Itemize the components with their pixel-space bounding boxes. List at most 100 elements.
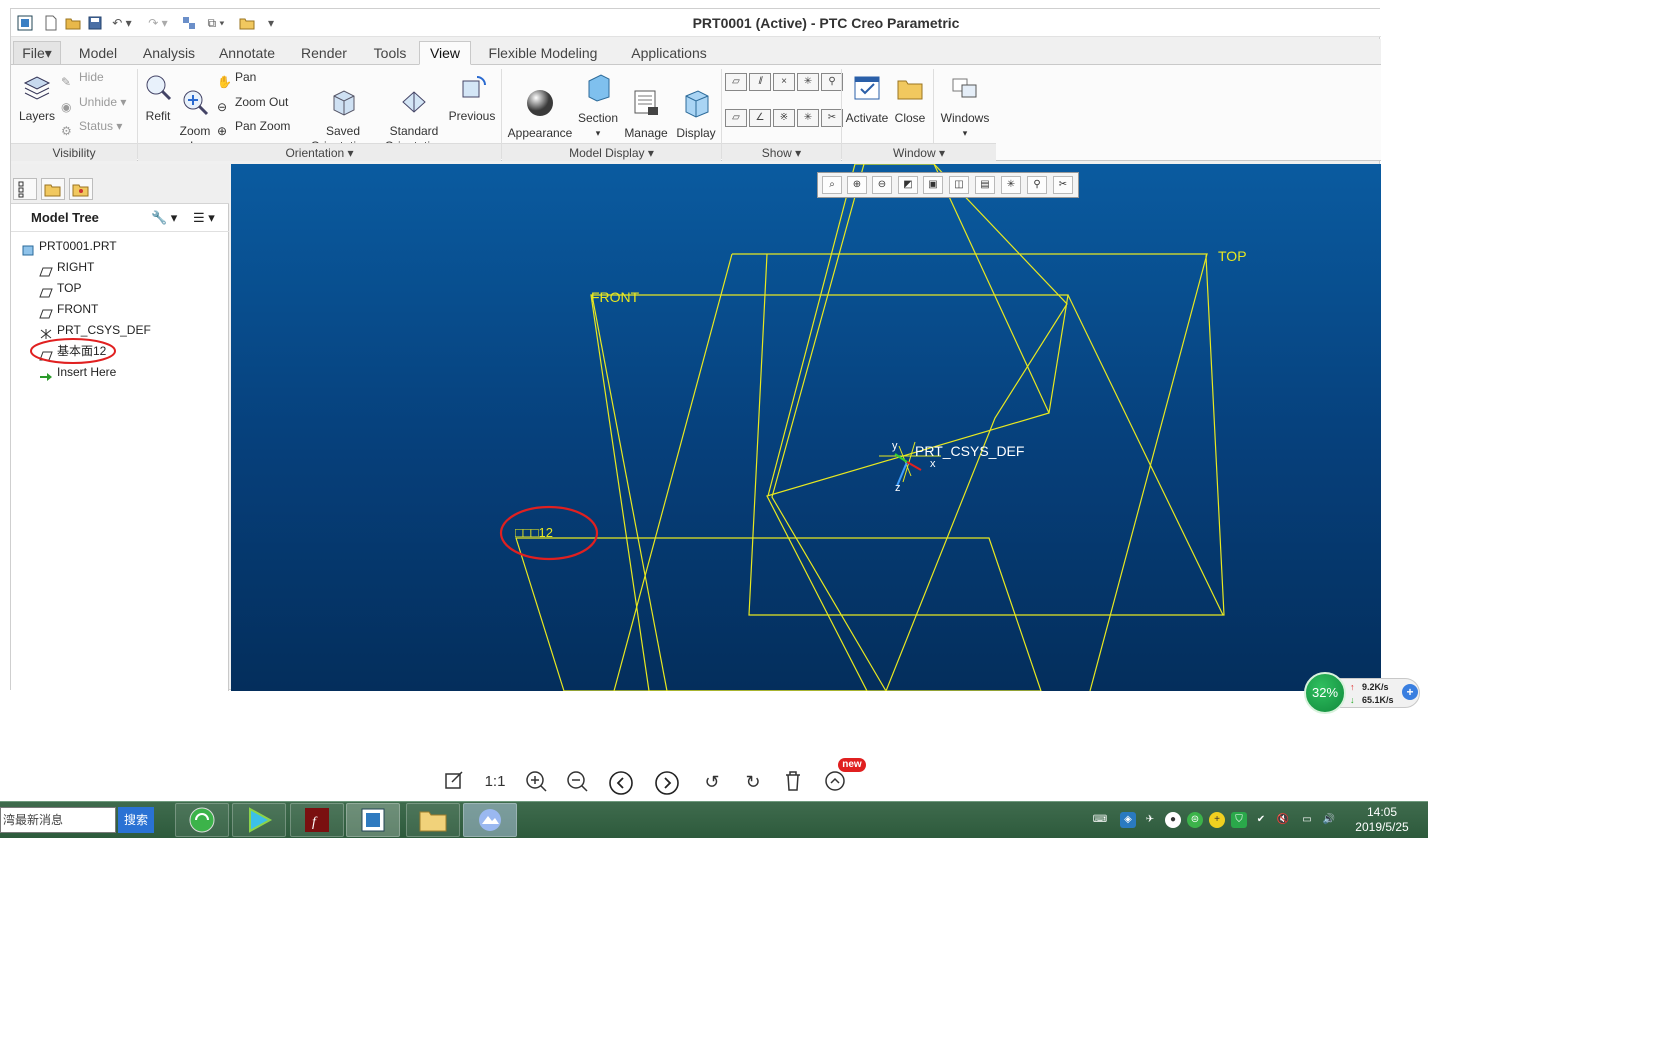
more-icon[interactable] [823,770,847,794]
refit-icon[interactable]: ⌕ [822,176,842,194]
datum-plane-icon [39,284,53,298]
group-show[interactable]: Show ▾ [722,143,841,161]
news-search-input[interactable]: 湾最新消息 [0,807,116,833]
pan-zoom-button[interactable]: ⊕ Pan Zoom [217,116,290,138]
zoom-in-icon [183,90,209,116]
manage-views-icon [634,90,658,115]
security-icon[interactable]: ✔ [1253,812,1269,828]
taskbar-app-creo[interactable] [346,803,400,837]
spin-center-icon[interactable]: ✂ [1053,176,1073,194]
green-circle-icon[interactable]: ⊜ [1187,812,1203,828]
plus-icon[interactable]: + [1402,684,1418,700]
tree-settings-icon[interactable]: 🔧 ▾ [151,210,177,226]
tab-annotate[interactable]: Annotate [209,41,285,65]
tree-icon [18,181,24,198]
actual-size-button[interactable]: 1:1 [482,770,508,794]
group-window[interactable]: Window ▾ [842,143,996,161]
spin-center-icon[interactable]: ✂ [821,109,843,127]
tree-item-right[interactable]: RIGHT [39,257,94,277]
viewer-zoom-in-icon[interactable] [524,770,548,794]
section-button[interactable]: Section ▾ [575,73,621,141]
layers-icon [23,76,51,100]
chat-icon[interactable]: ● [1165,812,1181,828]
tab-model[interactable]: Model [69,41,127,65]
tab-analysis[interactable]: Analysis [133,41,205,65]
repaint-icon[interactable]: ◩ [898,176,918,194]
taskbar-app-photos[interactable] [463,803,517,837]
view-manager-icon[interactable]: ▤ [975,176,995,194]
pan-button[interactable]: ✋ Pan [217,67,256,89]
rotate-left-icon[interactable]: ↺ [700,770,724,794]
refit-button[interactable]: Refit [141,73,175,124]
hide-button[interactable]: ✎ Hide [61,67,104,89]
tree-item-top[interactable]: TOP [39,278,81,298]
annotation-display-icon[interactable]: ⚲ [821,73,843,91]
ribbon-tabs: File▾ Model Analysis Annotate Render Too… [11,39,1381,65]
model-tree-tab[interactable] [13,178,37,200]
point-display-icon[interactable]: × [773,73,795,91]
download-arrow-icon: ↓ [1350,695,1355,705]
tab-render[interactable]: Render [291,41,357,65]
previous-image-icon[interactable] [607,770,635,795]
zoom-out-icon[interactable]: ⊖ [872,176,892,194]
group-orientation[interactable]: Orientation ▾ [138,143,501,161]
search-button[interactable]: 搜索 [118,807,154,833]
taskbar-app-explorer[interactable] [406,803,460,837]
plane-tag-display-icon[interactable]: ▱ [725,109,747,127]
tab-tools[interactable]: Tools [363,41,417,65]
network-status-icon[interactable]: ◈ [1120,812,1136,828]
axis-tag-display-icon[interactable]: ∠ [749,109,771,127]
display-style-icon[interactable]: ◫ [949,176,969,194]
layers-button[interactable]: Layers [15,73,59,124]
tree-item-front[interactable]: FRONT [39,299,98,319]
plane-display-icon[interactable]: ▱ [725,73,747,91]
tab-applications[interactable]: Applications [617,41,721,65]
unhide-button[interactable]: ◉ Unhide ▾ [61,92,126,114]
csys-tag-display-icon[interactable]: ✳ [797,109,819,127]
taskbar-app-flash[interactable]: f [290,803,344,837]
edit-icon[interactable] [443,770,465,794]
tab-file[interactable]: File▾ [13,41,61,65]
csys-display-icon[interactable]: ✳ [797,73,819,91]
zoom-out-icon: ⊖ [217,99,228,114]
volume-icon[interactable]: 🔊 [1321,812,1337,828]
tools-icon[interactable]: ✈ [1142,812,1158,828]
plus-tray-icon[interactable]: + [1209,812,1225,828]
graphics-window[interactable]: TOP FRONT PRT_CSYS_DEF y x z □□□12 ⌕ ⊕ ⊖… [231,164,1381,691]
clock[interactable]: 14:05 2019/5/25 [1346,805,1418,835]
display-icon[interactable]: ▭ [1299,812,1315,828]
windows-icon [952,78,977,98]
zoom-in-icon[interactable]: ⊕ [847,176,867,194]
tab-flexible-modeling[interactable]: Flexible Modeling [475,41,611,65]
tree-filters-icon[interactable]: ☰ ▾ [193,210,215,226]
delete-icon[interactable] [781,770,805,794]
rotate-right-icon[interactable]: ↻ [741,770,765,794]
shield-icon[interactable]: ⛉ [1231,812,1247,828]
zoom-out-button[interactable]: ⊖ Zoom Out [217,92,288,114]
saved-orientations-icon[interactable]: ▣ [923,176,943,194]
model-tree-title: Model Tree [31,210,99,225]
tab-view[interactable]: View [419,41,471,65]
taskbar-app-player[interactable] [232,803,286,837]
datum-planes-drawing [499,164,1225,691]
taskbar-app-360[interactable] [175,803,229,837]
tree-item-part[interactable]: PRT0001.PRT [21,236,117,256]
windows-button[interactable]: Windows ▾ [937,73,993,141]
mute-icon[interactable]: 🔇 [1275,812,1291,828]
annotation-display-icon[interactable]: ⚲ [1027,176,1047,194]
activate-button[interactable]: Activate [843,73,891,126]
favorites-tab[interactable] [69,178,93,200]
network-monitor-widget[interactable]: 32% ↑ 9.2K/s ↓ 65.1K/s + [1304,672,1420,714]
viewer-zoom-out-icon[interactable] [565,770,589,794]
datum-display-icon[interactable]: ✳ [1001,176,1021,194]
axis-display-icon[interactable]: /̸ [749,73,771,91]
insert-arrow-icon [39,368,53,381]
group-model-display[interactable]: Model Display ▾ [502,143,721,161]
close-button[interactable]: Close [891,73,929,126]
previous-button[interactable]: Previous [445,73,499,124]
next-image-icon[interactable] [653,770,681,795]
folder-browser-tab[interactable] [41,178,65,200]
keyboard-icon[interactable]: ⌨ [1092,812,1108,828]
status-button[interactable]: ⚙ Status ▾ [61,116,122,138]
point-tag-display-icon[interactable]: ※ [773,109,795,127]
